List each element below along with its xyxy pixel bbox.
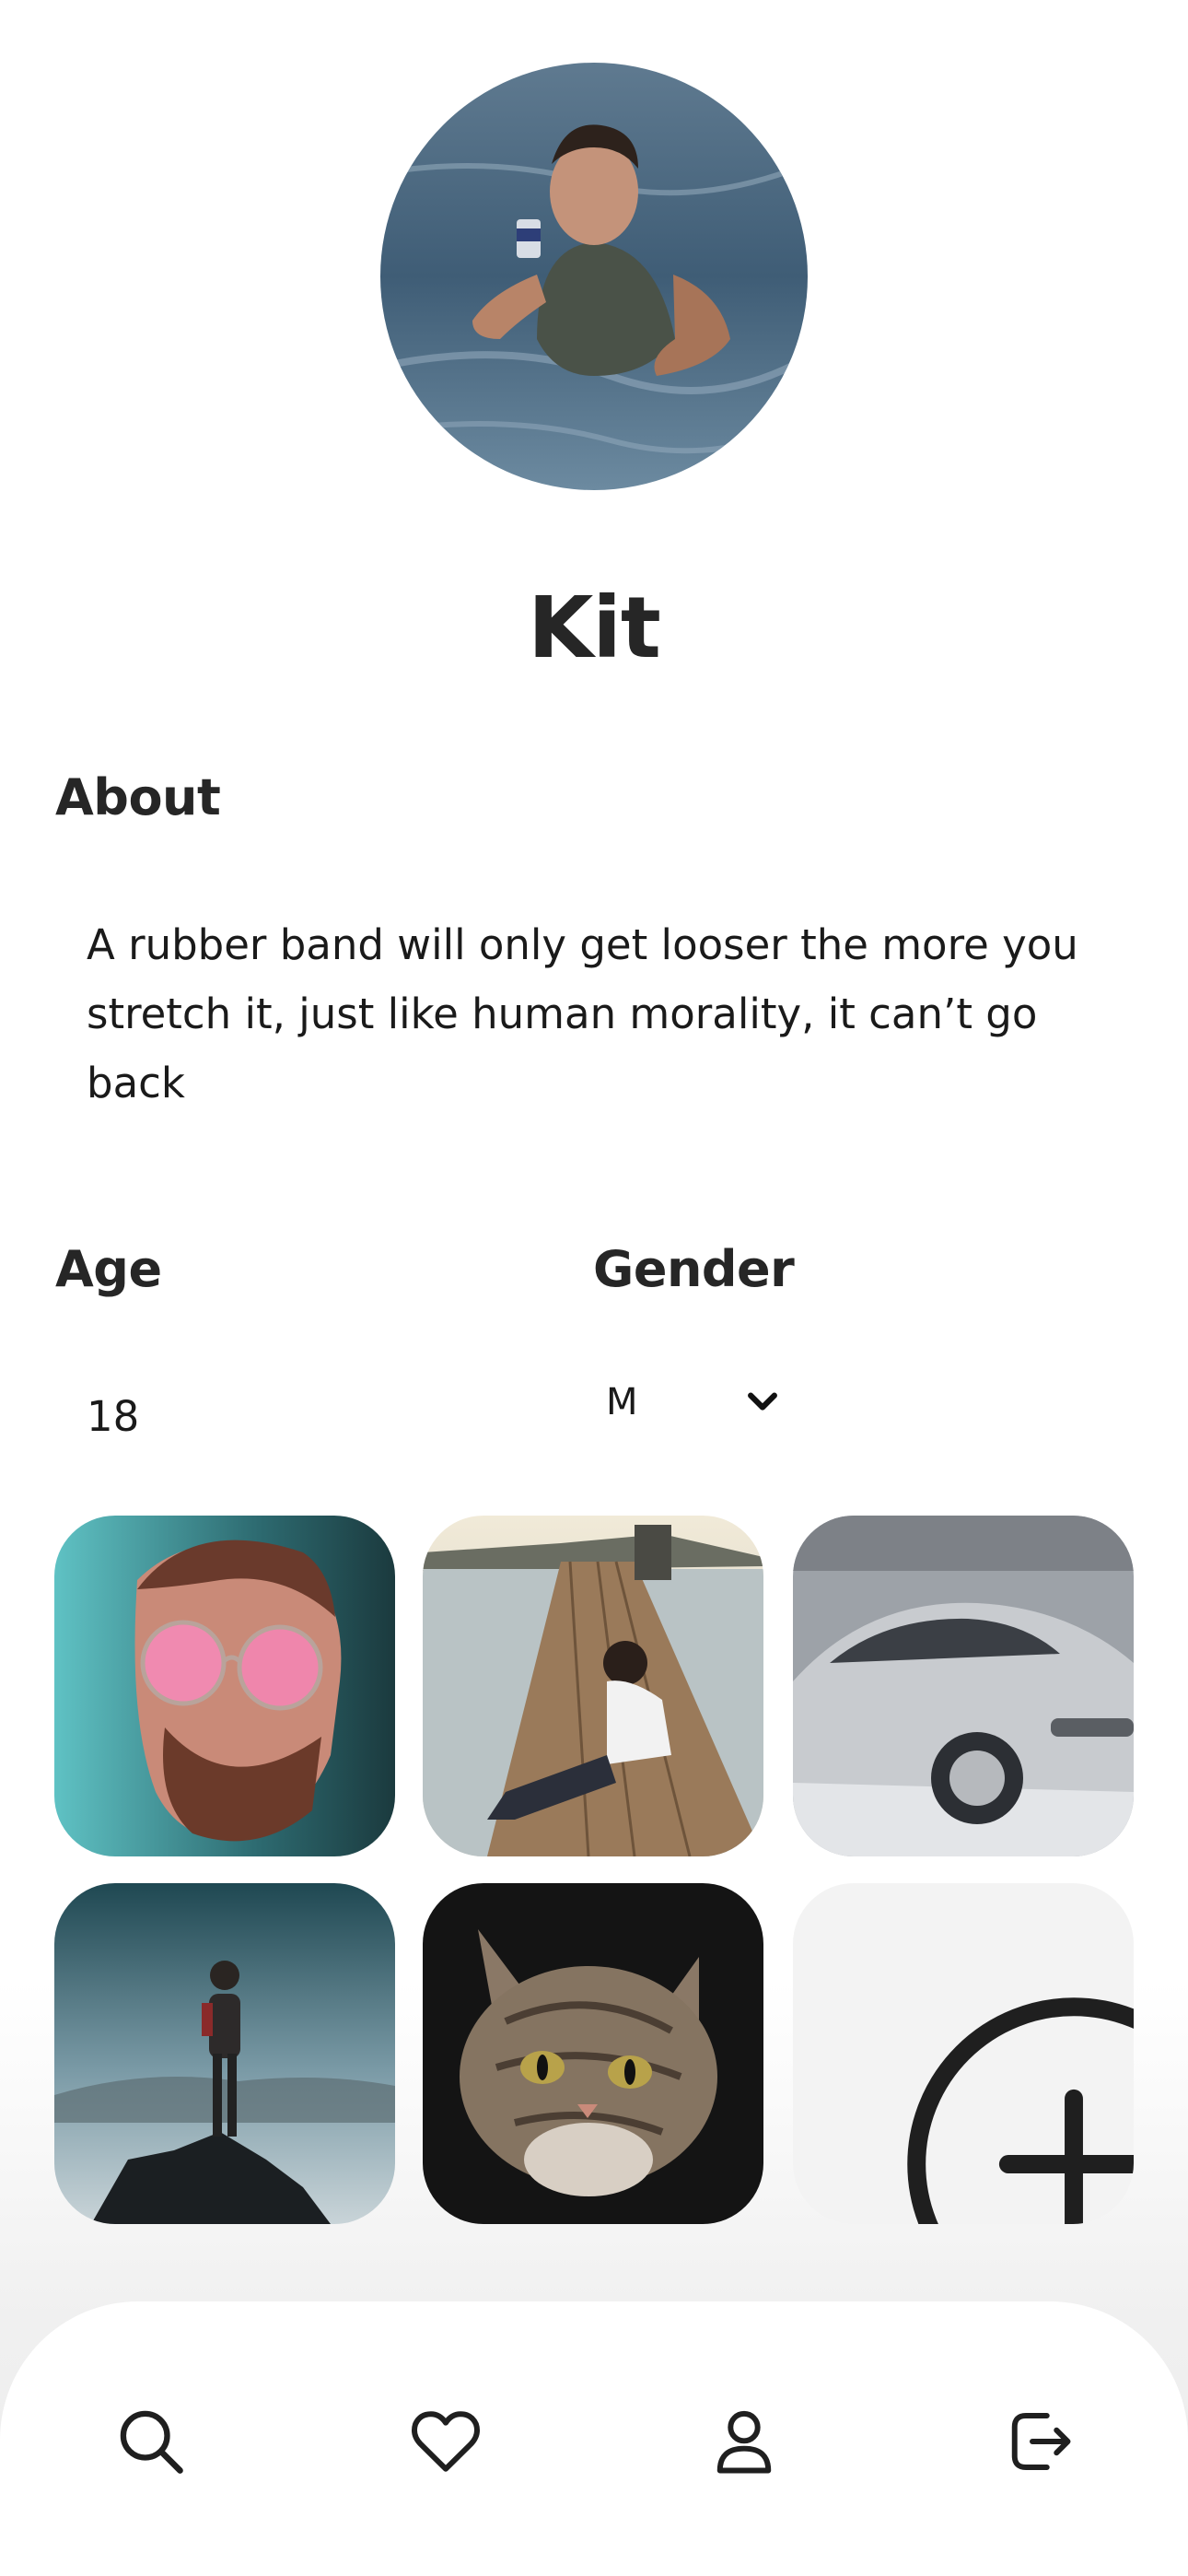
- add-photo-button[interactable]: [793, 1883, 1134, 2224]
- kitten-photo: [423, 1883, 763, 2224]
- gender-label: Gender: [593, 1240, 795, 1298]
- logout-icon: [1011, 2413, 1071, 2470]
- user-icon: [716, 2410, 772, 2474]
- about-label: About: [55, 768, 221, 826]
- gender-select[interactable]: M: [606, 1376, 781, 1428]
- age-label: Age: [55, 1240, 162, 1298]
- profile-avatar[interactable]: [380, 63, 808, 490]
- nav-profile-button[interactable]: [705, 2403, 783, 2480]
- photo-tile-5[interactable]: [423, 1883, 763, 2224]
- nav-search-button[interactable]: [112, 2403, 190, 2480]
- profile-name: Kit: [528, 579, 661, 677]
- portrait-sunglasses-photo: [54, 1516, 395, 1856]
- nav-favorites-button[interactable]: [407, 2403, 484, 2480]
- photo-tile-4[interactable]: [54, 1883, 395, 2224]
- pier-couple-photo: [423, 1516, 763, 1856]
- photo-tile-2[interactable]: [423, 1516, 763, 1856]
- heart-icon: [412, 2411, 480, 2472]
- about-textarea[interactable]: A rubber band will only get looser the m…: [87, 910, 1127, 1118]
- photo-tile-1[interactable]: [54, 1516, 395, 1856]
- age-input[interactable]: 18: [87, 1389, 529, 1445]
- bottom-navigation: [0, 2301, 1188, 2576]
- gender-selected-value: M: [606, 1381, 638, 1423]
- hiker-mountain-photo: [54, 1883, 395, 2224]
- search-icon: [120, 2410, 183, 2474]
- plus-circle-icon: [907, 1997, 1134, 2224]
- silver-car-photo: [793, 1516, 1134, 1856]
- chevron-down-icon: [748, 1392, 777, 1411]
- avatar-photo: [380, 63, 808, 490]
- nav-logout-button[interactable]: [1000, 2403, 1077, 2480]
- photo-tile-3[interactable]: [793, 1516, 1134, 1856]
